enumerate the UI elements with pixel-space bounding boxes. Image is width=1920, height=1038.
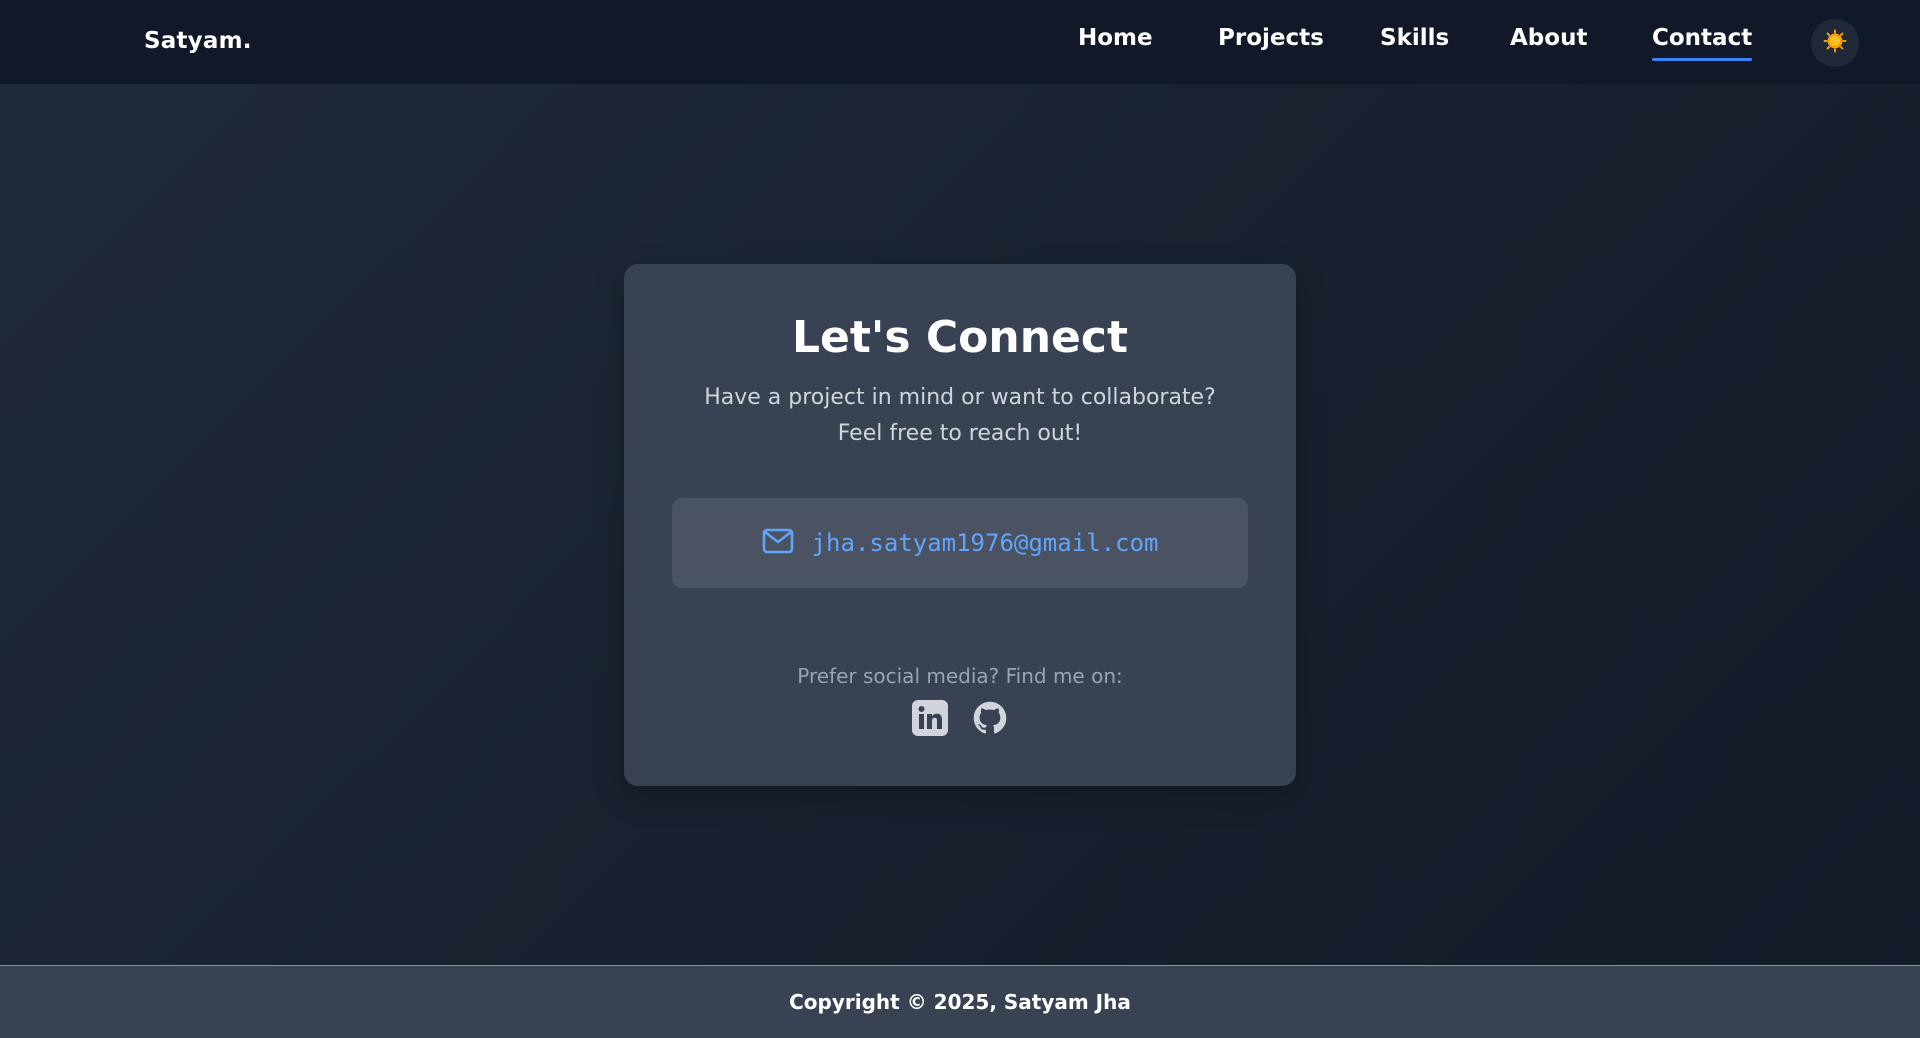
nav-link-home[interactable]: Home — [1078, 25, 1153, 51]
email-link[interactable]: jha.satyam1976@gmail.com — [672, 498, 1248, 588]
navbar: Satyam. Home Projects Skills About Conta… — [0, 0, 1920, 84]
nav-link-contact[interactable]: Contact — [1652, 25, 1753, 61]
mail-icon — [762, 528, 794, 558]
sun-icon — [1822, 28, 1848, 58]
email-address: jha.satyam1976@gmail.com — [811, 529, 1159, 557]
linkedin-icon[interactable] — [912, 700, 948, 736]
theme-toggle-button[interactable] — [1811, 19, 1859, 67]
brand-logo[interactable]: Satyam. — [144, 28, 252, 54]
contact-subtitle: Have a project in mind or want to collab… — [704, 385, 1216, 446]
contact-card: Let's Connect Have a project in mind or … — [624, 264, 1296, 786]
nav-link-about[interactable]: About — [1510, 25, 1587, 51]
social-label: Prefer social media? Find me on: — [797, 664, 1123, 688]
contact-title: Let's Connect — [791, 312, 1128, 363]
footer: Copyright © 2025, Satyam Jha — [0, 965, 1920, 1038]
copyright-text: Copyright © 2025, Satyam Jha — [789, 990, 1131, 1014]
github-icon[interactable] — [972, 700, 1008, 736]
nav-link-skills[interactable]: Skills — [1380, 25, 1449, 51]
social-links — [624, 700, 1296, 736]
nav-link-projects[interactable]: Projects — [1218, 25, 1324, 51]
